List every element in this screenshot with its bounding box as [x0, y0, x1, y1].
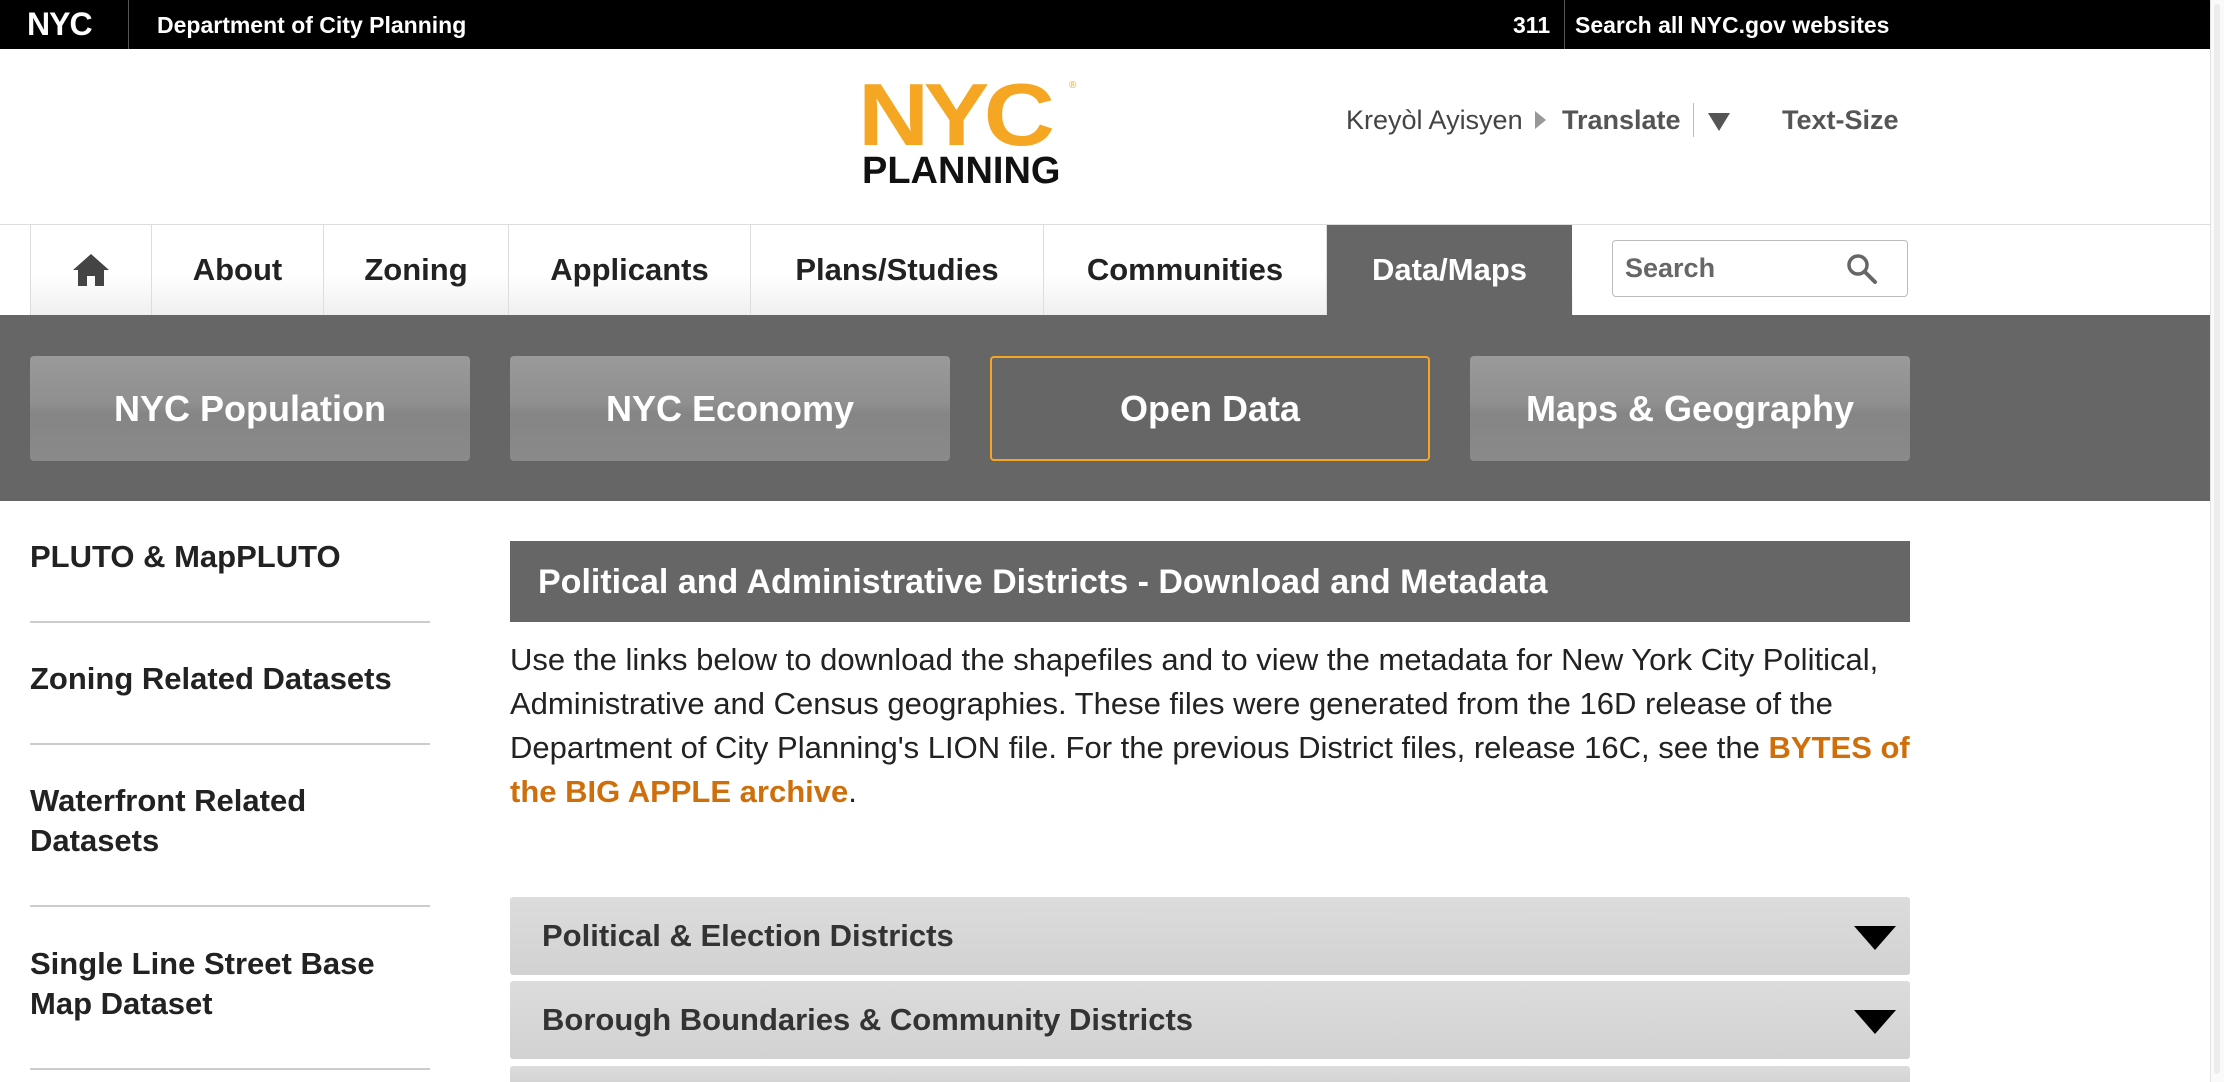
search-box [1612, 240, 1908, 297]
top-bar-divider [1564, 0, 1565, 49]
translate-button[interactable]: Translate [1562, 105, 1681, 135]
language-option[interactable]: Kreyòl Ayisyen [1346, 105, 1523, 135]
sidebar-item-label: Single Line Street Base [30, 946, 375, 981]
search-input[interactable] [1625, 251, 1845, 285]
nav-communities[interactable]: Communities [1044, 225, 1327, 315]
top-bar: NYC Department of City Planning 311 Sear… [0, 0, 2210, 49]
subnav-maps-geography[interactable]: Maps & Geography [1470, 356, 1910, 461]
sidebar-item-zoning-datasets[interactable]: Zoning Related Datasets [30, 659, 430, 745]
page-title-text: Political and Administrative Districts -… [538, 562, 1548, 601]
search-icon[interactable] [1845, 252, 1879, 286]
subnav-nyc-population[interactable]: NYC Population [30, 356, 470, 461]
sidebar-item-label: Zoning Related Datasets [30, 661, 392, 696]
logo-nyc-text: NYC [858, 65, 1055, 164]
accordion-borough-community-districts[interactable]: Borough Boundaries & Community Districts [510, 981, 1910, 1059]
sidebar-item-pluto[interactable]: PLUTO & MapPLUTO [30, 537, 430, 623]
subnav-nyc-economy[interactable]: NYC Economy [510, 356, 950, 461]
intro-end: . [848, 774, 857, 809]
page: NYC Department of City Planning 311 Sear… [0, 0, 2210, 1082]
nav-plans-studies[interactable]: Plans/Studies [751, 225, 1044, 315]
sidebar-item-label: Map Dataset [30, 986, 213, 1021]
translate-divider [1693, 103, 1694, 137]
site-header: NYC ® PLANNING Kreyòl Ayisyen Translate … [0, 49, 2210, 225]
nyc-logo[interactable]: NYC [27, 8, 93, 40]
nav-about[interactable]: About [152, 225, 324, 315]
scrollbar-thumb[interactable] [2214, 4, 2220, 1074]
play-arrow-icon [1535, 111, 1546, 129]
intro-paragraph: Use the links below to download the shap… [510, 638, 1910, 814]
text-size-button[interactable]: Text-Size [1782, 105, 1899, 135]
main-navigation: About Zoning Applicants Plans/Studies Co… [0, 225, 2210, 315]
sidebar-item-waterfront-datasets[interactable]: Waterfront Related Datasets [30, 781, 430, 907]
intro-text: Use the links below to download the shap… [510, 642, 1879, 765]
caret-down-icon [1854, 926, 1896, 950]
accordion-next-partial[interactable] [510, 1066, 1910, 1082]
accordion-label: Borough Boundaries & Community Districts [542, 1002, 1194, 1037]
caret-down-icon[interactable] [1708, 113, 1730, 131]
nav-home[interactable] [31, 225, 152, 315]
nav-applicants[interactable]: Applicants [509, 225, 751, 315]
subnav-open-data[interactable]: Open Data [990, 356, 1430, 461]
sidebar-item-single-line-street[interactable]: Single Line Street Base Map Dataset [30, 944, 430, 1070]
sidebar-item-label: PLUTO & MapPLUTO [30, 539, 341, 574]
nav-zoning[interactable]: Zoning [324, 225, 509, 315]
nav-data-maps[interactable]: Data/Maps [1327, 225, 1572, 315]
accordion-label: Political & Election Districts [542, 918, 954, 953]
home-icon [73, 254, 109, 286]
logo-planning-text: PLANNING [862, 150, 1061, 192]
sub-navigation: NYC Population NYC Economy Open Data Map… [0, 315, 2210, 501]
link-311[interactable]: 311 [1513, 12, 1550, 38]
sidebar-item-label: Datasets [30, 823, 160, 858]
sidebar-item-label: Waterfront Related [30, 783, 307, 818]
logo-registered-mark: ® [1069, 80, 1077, 91]
top-bar-divider [128, 0, 129, 49]
accordion-political-election-districts[interactable]: Political & Election Districts [510, 897, 1910, 975]
department-link[interactable]: Department of City Planning [157, 12, 466, 38]
page-title: Political and Administrative Districts -… [510, 541, 1910, 622]
caret-down-icon [1854, 1010, 1896, 1034]
search-all-nyc-link[interactable]: Search all NYC.gov websites [1575, 12, 1889, 38]
